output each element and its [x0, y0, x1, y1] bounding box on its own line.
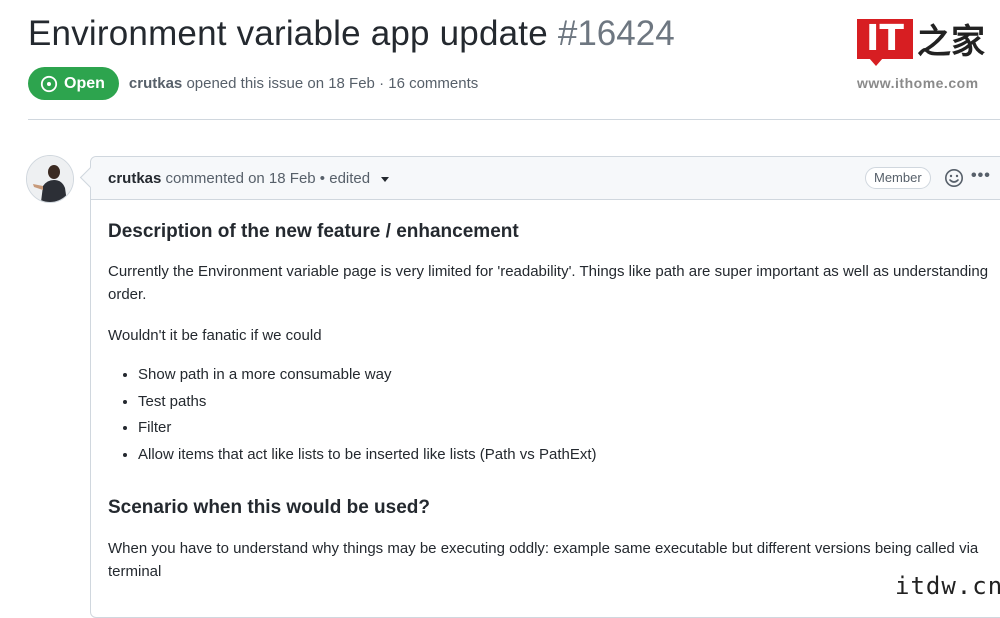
ithome-logo-zh: 之家 [917, 22, 985, 62]
avatar[interactable] [26, 155, 74, 203]
kebab-icon[interactable]: ••• [971, 167, 991, 185]
ithome-watermark: IT 之家 www.ithome.com [857, 14, 992, 94]
ithome-url: www.ithome.com [857, 75, 979, 91]
comment-box: crutkas commented on 18 Feb • edited Mem… [90, 156, 1000, 618]
state-label: Open [64, 74, 105, 92]
list-item: Test paths [138, 389, 597, 416]
heading-scenario: Scenario when this would be used? [108, 497, 430, 518]
header-divider [28, 119, 1000, 120]
smiley-icon[interactable] [944, 168, 964, 188]
issue-number: #16424 [557, 14, 675, 53]
issue-open-icon [40, 75, 58, 92]
paragraph-2: Wouldn't it be fanatic if we could [108, 327, 322, 344]
member-badge: Member [865, 167, 931, 189]
issue-meta-text: opened this issue on 18 Feb · 16 comment… [186, 75, 479, 92]
heading-description: Description of the new feature / enhance… [108, 221, 519, 242]
ithome-logo: IT [857, 18, 913, 66]
comment-header: crutkas commented on 18 Feb • edited Mem… [91, 157, 1000, 200]
paragraph-3: When you have to understand why things m… [108, 540, 979, 580]
comment-meta[interactable]: commented on 18 Feb • edited [166, 170, 371, 187]
paragraph-1: Currently the Environment variable page … [108, 263, 989, 303]
issue-author-link[interactable]: crutkas [129, 75, 182, 92]
list-item: Show path in a more consumable way [138, 362, 597, 389]
comment-author-link[interactable]: crutkas [108, 170, 161, 187]
issue-meta: Open crutkas opened this issue on 18 Feb… [28, 67, 478, 100]
caret-down-icon[interactable] [380, 174, 390, 184]
issue-title-row: Environment variable app update #16424 [28, 14, 675, 54]
feature-list: Show path in a more consumable way Test … [108, 362, 597, 468]
corner-watermark: itdw.cn [895, 572, 1000, 600]
list-item: Allow items that act like lists to be in… [138, 442, 597, 469]
state-badge: Open [28, 67, 119, 100]
issue-title: Environment variable app update [28, 14, 548, 53]
list-item: Filter [138, 415, 597, 442]
